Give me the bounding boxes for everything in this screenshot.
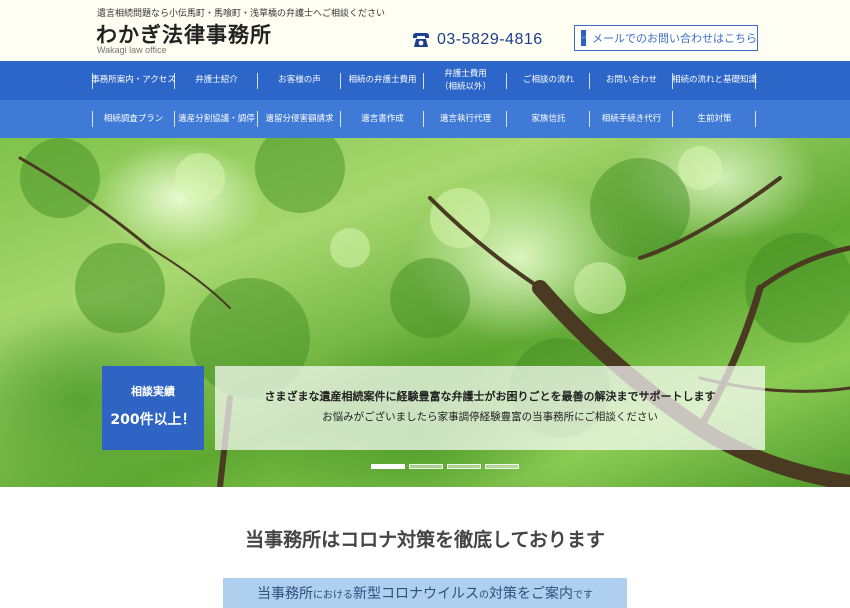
notice-part-6: です xyxy=(573,590,593,601)
nav-item-estate-planning[interactable]: 生前対策 xyxy=(673,100,756,138)
primary-nav: 事務所案内・アクセス 弁護士紹介 お客様の声 相続の弁護士費用 弁護士費用 （相… xyxy=(0,61,850,100)
nav-item-contact[interactable]: お問い合わせ xyxy=(590,61,673,100)
slider-dot-1[interactable] xyxy=(371,464,405,469)
phone-contact[interactable]: 03-5829-4816 xyxy=(411,29,543,51)
site-header: 遺言相続問題なら小伝馬町・馬喰町・浅草橋の弁護士へご相談ください わかぎ法律事務… xyxy=(0,0,850,60)
slider-dot-4[interactable] xyxy=(485,464,519,469)
site-logo-subtitle: Wakagi law office xyxy=(97,45,167,55)
covid-notice-text: 当事務所における新型コロナウイルスの対策をご案内です xyxy=(223,583,627,603)
nav-item-procedure-agency[interactable]: 相続手続き代行 xyxy=(590,100,673,138)
slider-dot-2[interactable] xyxy=(409,464,443,469)
nav-item-estate-division[interactable]: 遺産分割協議・調停 xyxy=(175,100,258,138)
header-tagline: 遺言相続問題なら小伝馬町・馬喰町・浅草橋の弁護士へご相談ください xyxy=(97,9,386,19)
notice-part-4: の xyxy=(479,590,489,601)
nav-item-survey-plan[interactable]: 相続調査プラン xyxy=(92,100,175,138)
nav-item-reserved-portion[interactable]: 遺留分侵害額請求 xyxy=(258,100,341,138)
nav-item-consultation-flow[interactable]: ご相談の流れ xyxy=(507,61,590,100)
slider-pagination xyxy=(371,464,519,469)
mail-inquiry-button[interactable]: メールでのお問い合わせはこちら xyxy=(574,25,758,51)
badge-label: 相談実績 xyxy=(131,385,175,398)
nav-item-office-access[interactable]: 事務所案内・アクセス xyxy=(91,61,176,100)
telephone-icon xyxy=(413,33,429,47)
phone-number[interactable]: 03-5829-4816 xyxy=(437,31,543,49)
nav-item-inheritance-basics[interactable]: 相続の流れと基礎知識 xyxy=(672,61,757,100)
hero-headline: さまざまな遺産相続案件に経験豊富な弁護士がお困りごとを最善の解決までサポートしま… xyxy=(264,390,716,403)
slider-dot-3[interactable] xyxy=(447,464,481,469)
nav-item-lawyers[interactable]: 弁護士紹介 xyxy=(175,61,258,100)
badge-value: 200件以上！ xyxy=(110,412,196,428)
covid-notice-banner[interactable]: 当事務所における新型コロナウイルスの対策をご案内です xyxy=(223,578,627,608)
nav-item-will-execution[interactable]: 遺言執行代理 xyxy=(424,100,507,138)
nav-item-will-drafting[interactable]: 遺言書作成 xyxy=(341,100,424,138)
envelope-icon xyxy=(581,30,586,46)
nav-item-inheritance-fees[interactable]: 相続の弁護士費用 xyxy=(341,61,424,100)
secondary-nav: 相続調査プラン 遺産分割協議・調停 遺留分侵害額請求 遺言書作成 遺言執行代理 … xyxy=(0,100,850,138)
nav-item-other-fees[interactable]: 弁護士費用 （相続以外） xyxy=(424,61,507,100)
nav-item-family-trust[interactable]: 家族信託 xyxy=(507,100,590,138)
notice-part-2: における xyxy=(313,590,353,601)
hero-slider: 相談実績 200件以上！ さまざまな遺産相続案件に経験豊富な弁護士がお困りごとを… xyxy=(0,138,850,487)
consultation-record-badge: 相談実績 200件以上！ xyxy=(102,366,204,450)
hero-message-box: さまざまな遺産相続案件に経験豊富な弁護士がお困りごとを最善の解決までサポートしま… xyxy=(215,366,765,450)
nav-item-testimonials[interactable]: お客様の声 xyxy=(258,61,341,100)
mail-inquiry-label: メールでのお問い合わせはこちら xyxy=(592,32,757,45)
section-title-covid: 当事務所はコロナ対策を徹底しております xyxy=(245,529,605,551)
hero-subline: お悩みがございましたら家事調停経験豊富の当事務所にご相談ください xyxy=(322,411,658,423)
